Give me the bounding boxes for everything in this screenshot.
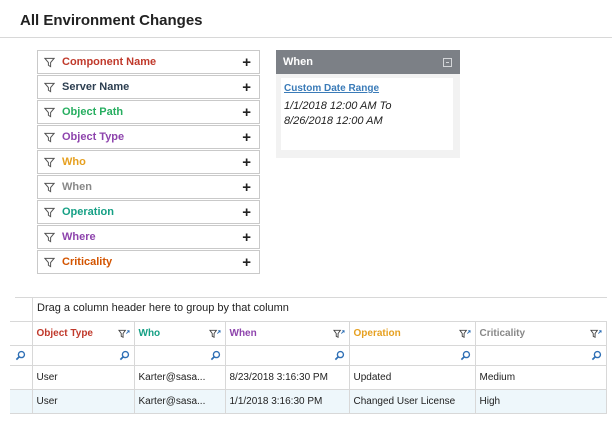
plus-icon[interactable]: + [242, 105, 251, 120]
changes-grid: Object Type Who When Operation Criticali… [10, 321, 607, 414]
funnel-icon [44, 107, 55, 118]
row-lead [10, 389, 33, 414]
plus-icon[interactable]: + [242, 80, 251, 95]
cell-operation: Changed User License [349, 389, 476, 414]
column-filter-icon[interactable] [208, 329, 221, 339]
search-cell-criticality[interactable] [475, 345, 607, 366]
column-filter-icon[interactable] [117, 329, 130, 339]
funnel-icon [44, 157, 55, 168]
column-header-label: Operation [353, 328, 401, 339]
when-panel: When Custom Date Range 1/1/2018 12:00 AM… [276, 50, 460, 158]
column-header-when[interactable]: When [225, 321, 350, 346]
plus-icon[interactable]: + [242, 155, 251, 170]
column-header-who[interactable]: Who [134, 321, 226, 346]
plus-icon[interactable]: + [242, 205, 251, 220]
filter-where[interactable]: Where + [37, 225, 260, 249]
filter-who[interactable]: Who + [37, 150, 260, 174]
date-range-end: 8/26/2018 12:00 AM [284, 115, 383, 127]
funnel-icon [44, 57, 55, 68]
column-header-label: Criticality [479, 328, 526, 339]
search-row-lead[interactable] [10, 345, 33, 366]
collapse-icon[interactable] [443, 57, 452, 67]
filter-label: Component Name [62, 56, 157, 68]
filter-label: Server Name [62, 81, 130, 93]
column-header-operation[interactable]: Operation [349, 321, 476, 346]
row-lead [10, 365, 33, 390]
filter-label: Where [62, 231, 96, 243]
custom-date-range-link[interactable]: Custom Date Range [284, 83, 450, 94]
filter-object-type[interactable]: Object Type + [37, 125, 260, 149]
cell-who: Karter@sasa... [134, 365, 226, 390]
grid-header-row: Object Type Who When Operation Criticali… [10, 321, 607, 346]
search-cell-who[interactable] [134, 345, 226, 366]
filter-label: Who [62, 156, 86, 168]
filter-criticality[interactable]: Criticality + [37, 250, 260, 274]
cell-criticality: High [475, 389, 607, 414]
title-divider [0, 37, 612, 38]
funnel-icon [44, 257, 55, 268]
column-header-label: Object Type [36, 328, 94, 339]
cell-object-type: User [32, 365, 135, 390]
cell-operation: Updated [349, 365, 476, 390]
group-by-hint[interactable]: Drag a column header here to group by th… [37, 302, 289, 314]
filter-object-path[interactable]: Object Path + [37, 100, 260, 124]
group-panel-divider [15, 297, 607, 298]
search-cell-object-type[interactable] [32, 345, 135, 366]
filter-component-name[interactable]: Component Name + [37, 50, 260, 74]
search-icon[interactable] [591, 350, 602, 361]
search-cell-operation[interactable] [349, 345, 476, 366]
cell-criticality: Medium [475, 365, 607, 390]
page-title: All Environment Changes [20, 12, 203, 29]
filter-label: Criticality [62, 256, 113, 268]
filter-list: Component Name + Server Name + Object Pa… [37, 50, 260, 275]
funnel-icon [44, 82, 55, 93]
funnel-icon [44, 207, 55, 218]
group-panel-edge [32, 297, 33, 321]
filter-label: Object Type [62, 131, 125, 143]
plus-icon[interactable]: + [242, 255, 251, 270]
search-icon[interactable] [460, 350, 471, 361]
grid-search-row [10, 345, 607, 366]
plus-icon[interactable]: + [242, 130, 251, 145]
cell-object-type: User [32, 389, 135, 414]
when-panel-header: When [276, 50, 460, 74]
funnel-icon [44, 232, 55, 243]
search-cell-when[interactable] [225, 345, 350, 366]
filter-label: When [62, 181, 92, 193]
column-filter-icon[interactable] [590, 329, 602, 339]
search-icon[interactable] [15, 350, 26, 361]
search-icon[interactable] [210, 350, 221, 361]
grid-header-lead [10, 321, 33, 346]
cell-who: Karter@sasa... [134, 389, 226, 414]
column-header-criticality[interactable]: Criticality [475, 321, 607, 346]
table-row[interactable]: User Karter@sasa... 8/23/2018 3:16:30 PM… [10, 365, 607, 390]
when-panel-title: When [283, 56, 313, 68]
column-header-label: Who [138, 328, 161, 339]
filter-label: Operation [62, 206, 114, 218]
cell-when: 8/23/2018 3:16:30 PM [225, 365, 350, 390]
column-filter-icon[interactable] [458, 329, 471, 339]
cell-when: 1/1/2018 3:16:30 PM [225, 389, 350, 414]
filter-server-name[interactable]: Server Name + [37, 75, 260, 99]
plus-icon[interactable]: + [242, 180, 251, 195]
date-range-text: 1/1/2018 12:00 AM To 8/26/2018 12:00 AM [284, 99, 414, 129]
table-row[interactable]: User Karter@sasa... 1/1/2018 3:16:30 PM … [10, 389, 607, 414]
search-icon[interactable] [334, 350, 345, 361]
funnel-icon [44, 132, 55, 143]
date-range-start: 1/1/2018 12:00 AM To [284, 100, 392, 112]
column-filter-icon[interactable] [332, 329, 345, 339]
column-header-object-type[interactable]: Object Type [32, 321, 135, 346]
plus-icon[interactable]: + [242, 55, 251, 70]
filter-operation[interactable]: Operation + [37, 200, 260, 224]
search-icon[interactable] [119, 350, 130, 361]
column-header-label: When [229, 328, 257, 339]
when-panel-body: Custom Date Range 1/1/2018 12:00 AM To 8… [281, 78, 453, 150]
filter-when[interactable]: When + [37, 175, 260, 199]
filter-label: Object Path [62, 106, 124, 118]
plus-icon[interactable]: + [242, 230, 251, 245]
funnel-icon [44, 182, 55, 193]
